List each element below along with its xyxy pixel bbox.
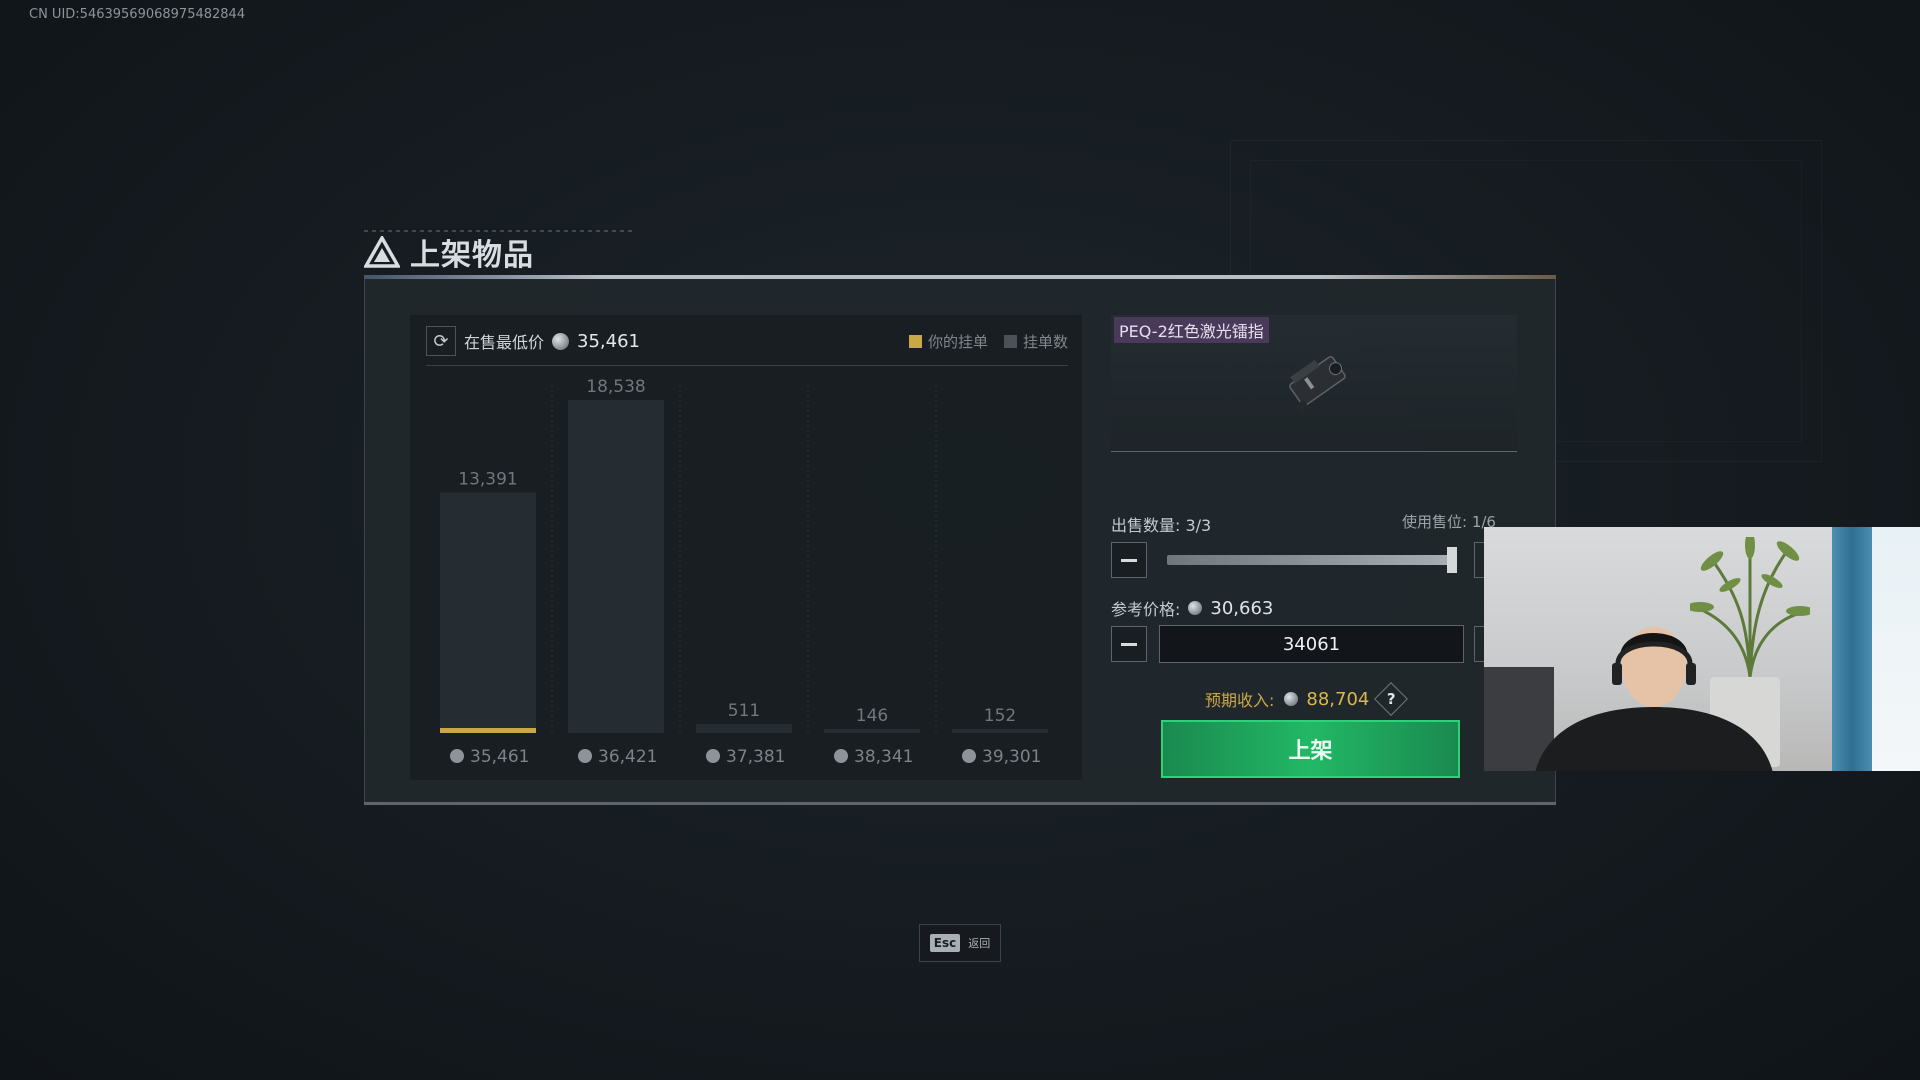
webcam-person xyxy=(1535,627,1773,771)
price-tick-label: 39,301 xyxy=(982,747,1041,767)
game-logo-icon xyxy=(364,236,400,268)
esc-back-label: 返回 xyxy=(968,937,991,950)
price-tick-label: 38,341 xyxy=(854,747,913,767)
reference-price-label: 参考价格: xyxy=(1111,600,1181,619)
help-icon[interactable]: ? xyxy=(1374,682,1409,716)
reference-price-value: 30,663 xyxy=(1210,597,1274,619)
quantity-slider-fill xyxy=(1167,555,1457,565)
esc-back-button[interactable]: Esc 返回 xyxy=(919,924,1001,962)
price-tick-label: 35,461 xyxy=(470,747,529,767)
item-name-tag: PEQ-2红色激光镭指 xyxy=(1114,317,1269,343)
item-preview: PEQ-2红色激光镭指 xyxy=(1111,315,1517,452)
own-listing-marker xyxy=(440,728,536,733)
bar-value-label: 152 xyxy=(984,706,1016,726)
minus-icon xyxy=(1121,558,1137,562)
price-tick-label: 36,421 xyxy=(598,747,657,767)
dialog-title: 上架物品 xyxy=(410,238,534,273)
laser-sight-image xyxy=(1289,356,1346,414)
price-tick-label: 37,381 xyxy=(726,747,785,767)
quantity-decrease-button[interactable] xyxy=(1111,542,1147,578)
webcam-overlay xyxy=(1484,527,1920,771)
coin-icon xyxy=(578,749,592,763)
chart-bar[interactable] xyxy=(696,723,792,733)
dialog-title-row: 上架物品 xyxy=(364,232,534,273)
coin-icon xyxy=(706,749,720,763)
chart-bar[interactable] xyxy=(568,400,664,733)
list-item-button[interactable]: 上架 xyxy=(1161,720,1460,778)
slot-usage-label: 使用售位: 1/6 xyxy=(1402,513,1496,531)
webcam-curtain xyxy=(1832,527,1872,771)
quantity-slider[interactable] xyxy=(1167,547,1457,573)
help-icon-glyph: ? xyxy=(1387,689,1396,708)
expected-income-row: 预期收入: 88,704 ? xyxy=(1205,682,1409,716)
sell-quantity-label: 出售数量: 3/3 xyxy=(1111,516,1212,535)
user-uid: CN UID:5463956906897548​2844 xyxy=(29,7,246,22)
reference-price-row: 参考价格: 30,663 xyxy=(1111,596,1273,620)
bar-value-label: 511 xyxy=(728,701,760,721)
expected-income-value: 88,704 xyxy=(1306,688,1370,710)
coin-icon xyxy=(1188,601,1203,615)
price-distribution-panel: ⟳ 在售最低价 35,461 你的挂单 挂单数 13,391 35,461 18,5… xyxy=(410,315,1082,780)
price-increase-button[interactable] xyxy=(1474,626,1484,662)
bar-value-label: 13,391 xyxy=(458,469,517,489)
dialog-top-border xyxy=(364,275,1556,279)
quantity-increase-button[interactable] xyxy=(1474,542,1484,578)
coin-icon xyxy=(450,749,464,763)
esc-key-badge: Esc xyxy=(929,934,961,952)
bar-value-label: 146 xyxy=(856,706,888,726)
chart-bar[interactable] xyxy=(440,492,536,733)
coin-icon xyxy=(962,749,976,763)
dialog-bottom-border xyxy=(364,802,1556,805)
expected-income-label: 预期收入: xyxy=(1205,691,1275,710)
chart-bar[interactable] xyxy=(824,729,920,733)
bar-value-label: 18,538 xyxy=(586,377,645,397)
price-decrease-button[interactable] xyxy=(1111,626,1147,662)
quantity-slider-thumb[interactable] xyxy=(1447,547,1457,573)
price-bar-chart: 13,391 35,461 18,538 36,421 511 37,381 146 38,3… xyxy=(440,377,1048,767)
coin-icon xyxy=(834,749,848,763)
coin-icon xyxy=(1284,692,1299,706)
price-input[interactable] xyxy=(1159,625,1464,663)
minus-icon xyxy=(1121,642,1137,646)
chart-bar[interactable] xyxy=(952,729,1048,733)
